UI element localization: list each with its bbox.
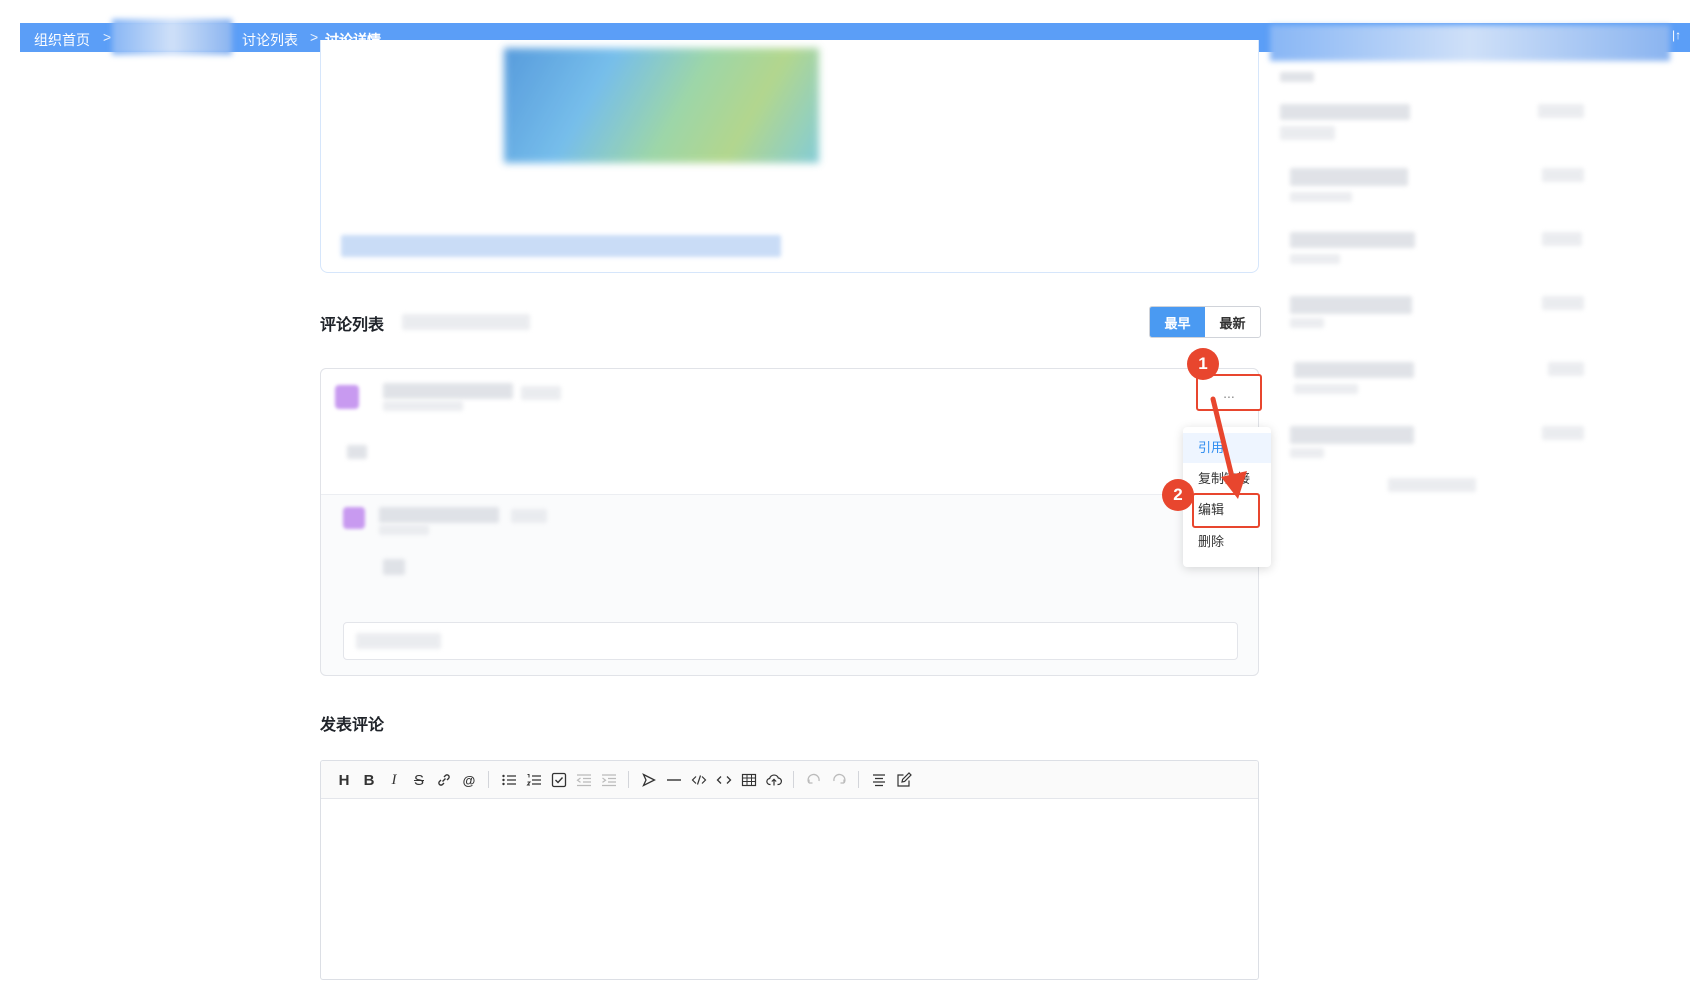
breadcrumb-separator: > <box>103 29 112 45</box>
redacted-time <box>521 386 561 400</box>
redacted-sidebar-date <box>1538 104 1584 118</box>
redacted-sidebar-date <box>1548 362 1584 376</box>
step-badge-2: 2 <box>1162 479 1194 511</box>
annotation-arrow-icon <box>1210 396 1247 499</box>
redacted-sidebar-meta <box>1290 318 1324 328</box>
breadcrumb-home[interactable]: 组织首页 <box>34 30 90 50</box>
redacted-sidebar-meta <box>1290 448 1324 458</box>
avatar <box>335 385 359 409</box>
preview-icon[interactable] <box>893 769 915 791</box>
undo-icon[interactable] <box>803 769 825 791</box>
redacted-sidebar-date <box>1542 232 1582 246</box>
heading-icon[interactable]: H <box>333 769 355 791</box>
redacted-sidebar-item[interactable] <box>1290 232 1415 248</box>
redacted-sidebar-item[interactable] <box>1290 296 1412 314</box>
redacted-sidebar-meta <box>1294 384 1358 394</box>
redacted-author <box>383 383 513 399</box>
redo-icon[interactable] <box>828 769 850 791</box>
sidebar-list <box>1280 40 1600 500</box>
link-icon[interactable] <box>433 769 455 791</box>
redacted-reply-text <box>383 559 405 575</box>
editor-text-area[interactable] <box>321 799 1258 977</box>
redacted-sidebar-item[interactable] <box>1294 362 1414 378</box>
redacted-link <box>341 235 781 257</box>
toolbar-divider <box>488 771 489 788</box>
redacted-reply-meta <box>379 525 429 535</box>
bold-icon[interactable]: B <box>358 769 380 791</box>
redacted-sidebar-date <box>1542 296 1584 310</box>
bullet-list-icon[interactable] <box>498 769 520 791</box>
redacted-sidebar-item[interactable] <box>1290 426 1414 444</box>
avatar <box>343 507 365 529</box>
redacted-sidebar-more-link[interactable] <box>1388 478 1476 492</box>
comment-list-title: 评论列表 <box>320 317 385 334</box>
menu-item-delete[interactable]: 删除 <box>1183 527 1271 557</box>
scroll-top-icon[interactable]: |↑ <box>1672 28 1681 42</box>
reply-input[interactable] <box>343 622 1238 660</box>
redacted-sidebar-meta <box>1290 192 1352 202</box>
sort-earliest-button[interactable]: 最早 <box>1150 307 1205 337</box>
redacted-sidebar-meta <box>1280 126 1335 140</box>
editor-toolbar: H B I S @ <box>321 761 1258 799</box>
redacted-placeholder <box>356 633 441 649</box>
code-icon[interactable] <box>688 769 710 791</box>
redacted-sidebar-item[interactable] <box>1280 104 1410 120</box>
redacted-comment-count <box>402 314 530 330</box>
redacted-meta <box>383 401 463 411</box>
mention-icon[interactable]: @ <box>458 769 480 791</box>
italic-icon[interactable]: I <box>383 769 405 791</box>
strikethrough-icon[interactable]: S <box>408 769 430 791</box>
redacted-comment-text <box>347 445 367 459</box>
ordered-list-icon[interactable] <box>523 769 545 791</box>
post-content-card <box>320 40 1259 273</box>
quote-icon[interactable] <box>638 769 660 791</box>
step-badge-1: 1 <box>1187 348 1219 380</box>
breadcrumb-separator: > <box>310 29 319 45</box>
toolbar-divider <box>793 771 794 788</box>
redacted-sidebar-meta <box>1290 254 1340 264</box>
indent-icon[interactable] <box>598 769 620 791</box>
upload-icon[interactable] <box>763 769 785 791</box>
comment-editor: H B I S @ <box>320 760 1259 980</box>
comment-main <box>321 369 1258 495</box>
comment-card <box>320 368 1259 676</box>
toolbar-divider <box>858 771 859 788</box>
redacted-sidebar-item[interactable] <box>1290 168 1408 186</box>
post-comment-title: 发表评论 <box>320 717 385 734</box>
task-list-icon[interactable] <box>548 769 570 791</box>
outdent-icon[interactable] <box>573 769 595 791</box>
redacted-sidebar-date <box>1542 426 1584 440</box>
post-image <box>504 48 819 163</box>
sort-toggle: 最早 最新 <box>1149 306 1261 338</box>
code-block-icon[interactable] <box>713 769 735 791</box>
breadcrumb-list[interactable]: 讨论列表 <box>242 30 298 50</box>
sort-latest-button[interactable]: 最新 <box>1205 307 1260 337</box>
redacted-sidebar-header <box>1280 72 1314 82</box>
toolbar-divider <box>628 771 629 788</box>
redacted-sidebar-date <box>1542 168 1584 182</box>
table-icon[interactable] <box>738 769 760 791</box>
redacted-reply-time <box>511 509 547 523</box>
redacted-org-name <box>112 19 232 55</box>
align-center-icon[interactable] <box>868 769 890 791</box>
hr-icon[interactable] <box>663 769 685 791</box>
redacted-reply-author <box>379 507 499 523</box>
